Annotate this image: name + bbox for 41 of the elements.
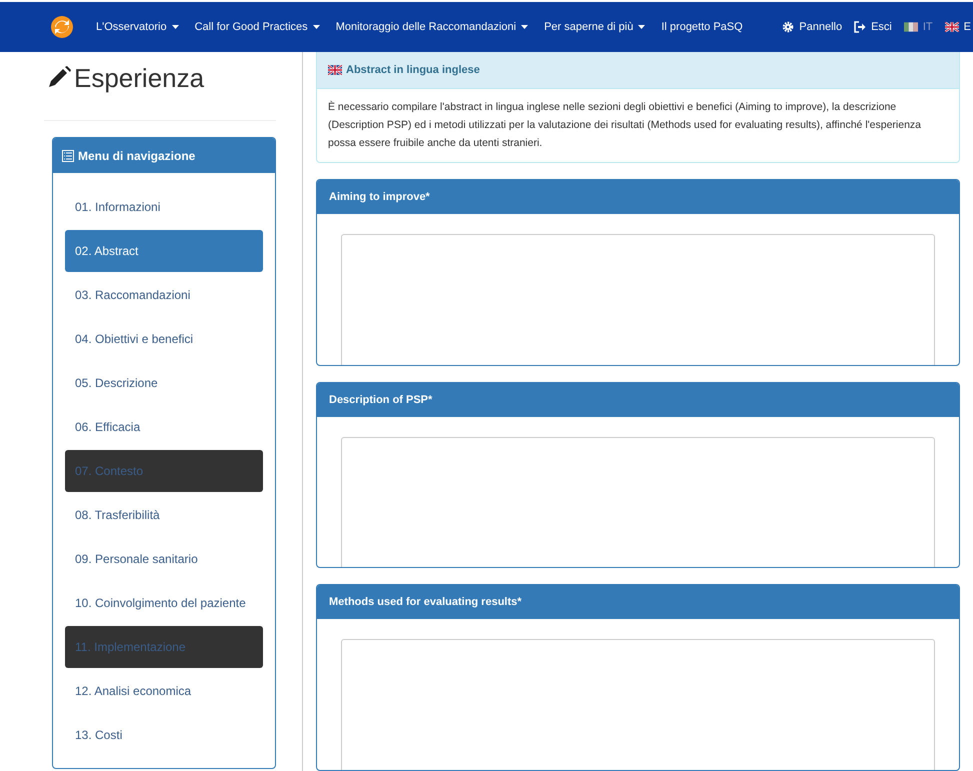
pencil-icon: [46, 66, 72, 90]
panel-heading: Menu di navigazione: [53, 138, 275, 173]
nav-item[interactable]: 03. Raccomandazioni: [65, 274, 263, 316]
caret-icon: [312, 25, 320, 29]
caret-icon: [172, 25, 179, 29]
nav-item[interactable]: 09. Personale sanitario: [65, 538, 263, 580]
text-area[interactable]: [341, 436, 935, 568]
nav-item[interactable]: 05. Descrizione: [65, 362, 263, 404]
language-link[interactable]: E: [944, 21, 971, 33]
panel-heading: Description of PSP*: [317, 382, 959, 417]
settings-icon: [782, 21, 794, 33]
panel-heading: Methods used for evaluating results*: [317, 585, 959, 620]
info-text: È necessario compilare l'abstract in lingua inglese nelle sezioni degli obiettivi e benefici (Aiming to improve), la descrizione (Description PSP) ed i metodi utilizzati per la valutazione dei risultati (Methods used for evaluating results), affinché l'esperienza possa essere fruibile anche da utenti stranieri.: [327, 100, 922, 151]
info-heading: Abstract in lingua inglese: [346, 64, 480, 76]
flag-icon: [328, 65, 342, 75]
logout-icon: [854, 21, 866, 33]
caret-icon: [521, 25, 528, 29]
nav-menu-item[interactable]: L'Osservatorio: [96, 21, 179, 33]
panel-heading: Aiming to improve*: [317, 180, 959, 214]
nav-item[interactable]: 10. Coinvolgimento del paziente: [65, 582, 263, 624]
nav-item[interactable]: 04. Obiettivi e benefici: [65, 318, 263, 360]
nav-item[interactable]: 02. Abstract: [65, 230, 263, 272]
nav-menu-item[interactable]: Call for Good Practices: [194, 21, 320, 33]
nav-menu-item[interactable]: Per saperne di più: [544, 21, 646, 33]
nav-menu-item[interactable]: Monitoraggio delle Raccomandazioni: [336, 21, 528, 33]
nav-item[interactable]: 13. Costi: [65, 714, 263, 756]
nav-menu-item[interactable]: Il progetto PaSQ: [661, 21, 743, 33]
panel-link[interactable]: Pannello: [782, 21, 842, 33]
logo-icon[interactable]: [50, 15, 74, 39]
nav-item[interactable]: 01. Informazioni: [65, 186, 263, 228]
nav-item[interactable]: 12. Analisi economica: [65, 670, 263, 712]
logout-link[interactable]: Esci: [854, 21, 892, 33]
text-area[interactable]: [341, 639, 935, 770]
nav-item[interactable]: 06. Efficacia: [65, 406, 263, 448]
list-icon: [62, 150, 74, 162]
nav-item[interactable]: 08. Trasferibilità: [65, 494, 263, 536]
flag-icon: [944, 22, 959, 32]
page-title: Esperienza: [74, 62, 204, 94]
flag-icon: [904, 22, 918, 32]
text-area[interactable]: [341, 234, 935, 365]
caret-icon: [638, 25, 646, 29]
